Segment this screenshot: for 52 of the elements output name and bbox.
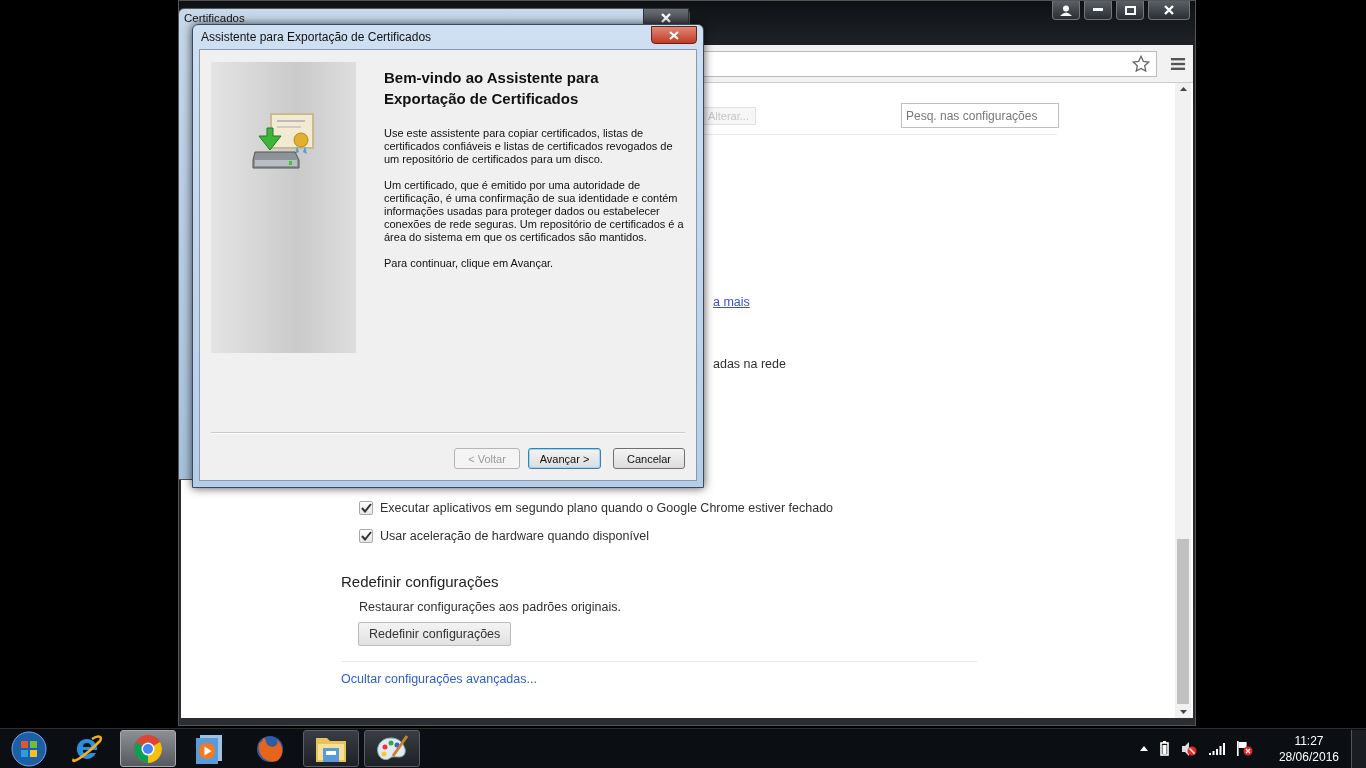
option-label: Executar aplicativos em segundo plano quando o Google Chrome estiver fechado xyxy=(380,501,834,515)
scrollbar[interactable] xyxy=(1175,83,1191,718)
clock-time: 11:27 xyxy=(1294,732,1324,749)
scroll-down-icon xyxy=(1179,710,1187,714)
person-icon xyxy=(1060,4,1072,16)
star-icon xyxy=(1132,54,1150,73)
close-button[interactable] xyxy=(1148,1,1190,20)
signal-bars-icon[interactable] xyxy=(1208,742,1225,755)
round-browser-icon xyxy=(133,733,163,764)
taskbar-button[interactable] xyxy=(303,730,359,767)
caret-up-icon[interactable] xyxy=(1139,746,1148,751)
minimize-button[interactable] xyxy=(1084,1,1112,20)
e-letter-icon xyxy=(70,732,104,765)
search-field[interactable]: Pesq. nas configurações xyxy=(901,103,1059,128)
option-text: adas na rede xyxy=(713,357,786,371)
close-icon xyxy=(661,12,671,23)
option-label: Usar aceleração de hardware quando disponível xyxy=(380,529,649,543)
checkbox[interactable] xyxy=(359,501,373,515)
close-icon xyxy=(1164,5,1174,15)
media-player-icon xyxy=(195,733,223,764)
close-icon xyxy=(669,30,679,40)
speaker-muted-icon[interactable] xyxy=(1180,741,1197,756)
dialog-button[interactable]: Cancelar xyxy=(613,448,685,469)
minimize-icon xyxy=(1093,8,1103,12)
dialog-button[interactable]: Avançar > xyxy=(528,448,601,469)
scroll-thumb[interactable] xyxy=(1177,539,1189,704)
windows-orb-icon xyxy=(11,730,47,767)
section-heading: Redefinir configurações xyxy=(341,573,499,590)
window-title: Certificados xyxy=(184,12,245,24)
reset-button[interactable]: Redefinir configurações xyxy=(358,622,512,646)
section-description: Restaurar configurações aos padrões originais. xyxy=(359,600,621,614)
wizard-paragraph: Para continuar, clique em Avançar. xyxy=(384,257,555,270)
window-title: Assistente para Exportação de Certificados xyxy=(201,30,432,44)
close-button[interactable] xyxy=(651,26,697,44)
wizard-paragraph: Use este assistente para copiar certificados, listas de certificados confiáveis e listas de certificados revogados de um repositório de certificados para um disco. xyxy=(384,127,674,166)
wizard-paragraph: Um certificado, que é emitido por uma autoridade de certificação, é uma confirmação de sua identidade e contém informações usadas para proteger dados ou estabelecer conexões de rede seguras. Um repositório de certificados é a área do sistema em que os certificados são mantidos. xyxy=(384,179,684,244)
flag-error-icon[interactable] xyxy=(1236,741,1253,756)
clock-date: 28/06/2016 xyxy=(1278,748,1339,765)
show-desktop-button[interactable] xyxy=(1351,729,1366,768)
maximize-icon xyxy=(1124,5,1136,15)
fox-globe-icon xyxy=(255,733,285,764)
wizard-heading: Bem-vindo ao Assistente para Exportação de Certificados xyxy=(384,68,600,109)
clock[interactable]: 11:27 28/06/2016 xyxy=(1278,732,1339,765)
learn-more-link[interactable]: a mais xyxy=(713,295,750,309)
battery-icon[interactable] xyxy=(1159,741,1169,756)
maximize-button[interactable] xyxy=(1116,1,1144,20)
profile-button[interactable] xyxy=(1052,1,1080,20)
checkbox[interactable] xyxy=(359,529,373,543)
taskbar-button[interactable] xyxy=(364,730,420,767)
hide-advanced-link[interactable]: Ocultar configurações avançadas... xyxy=(341,672,537,686)
menu-icon[interactable] xyxy=(1171,57,1185,70)
scroll-up-icon xyxy=(1179,87,1187,91)
